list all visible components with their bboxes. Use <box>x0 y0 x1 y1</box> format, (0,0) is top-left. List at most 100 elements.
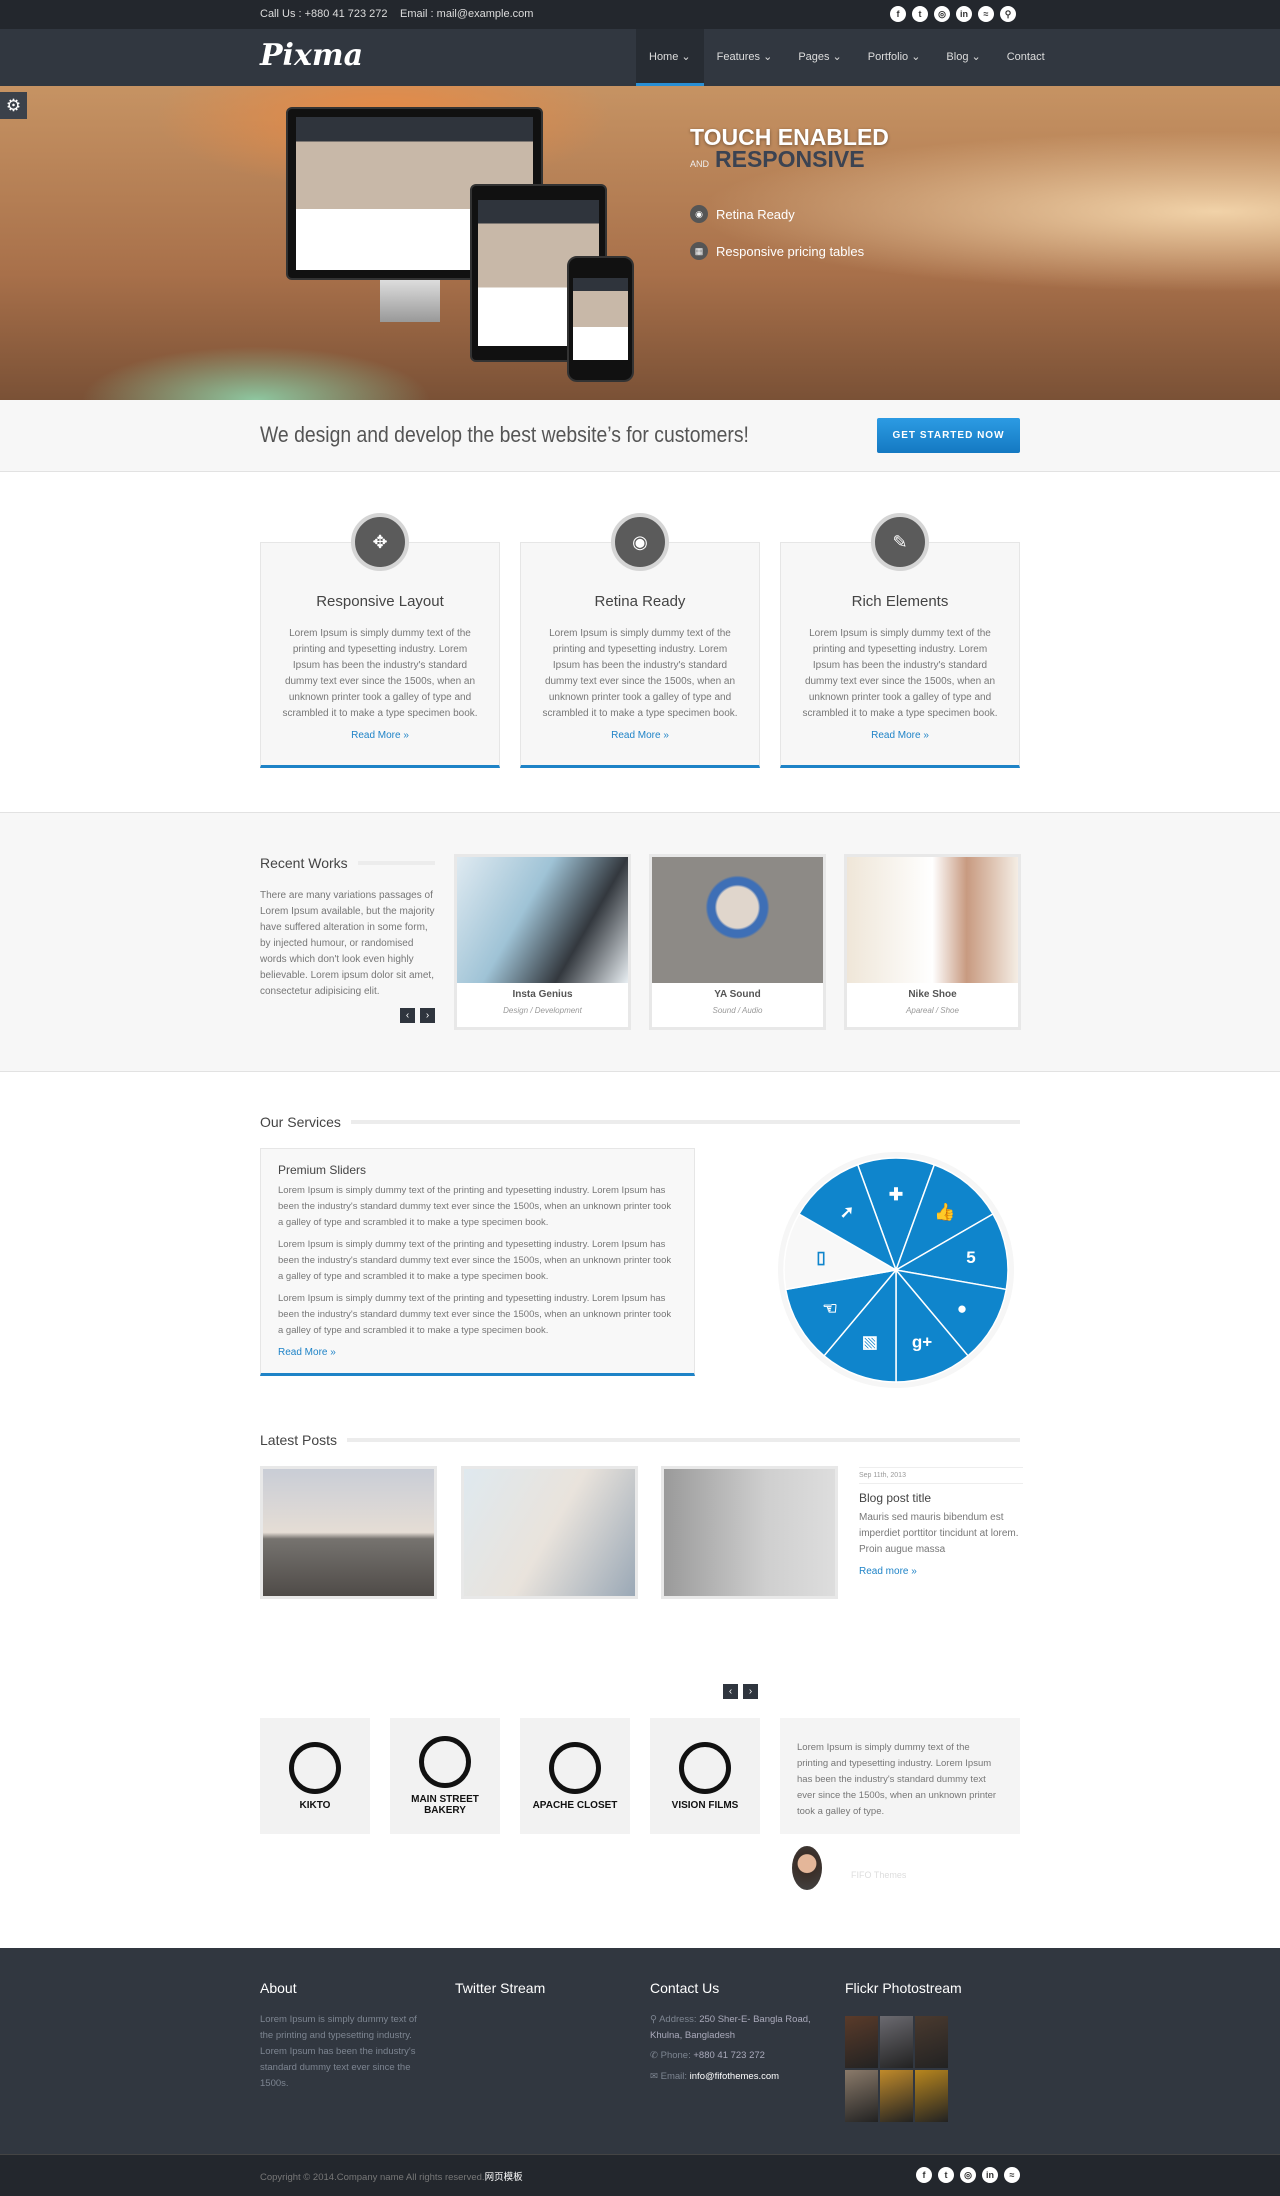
services-wheel: ✚ 👍 5 ● g+ ▧ ☜ ▯ ➚ <box>778 1152 1014 1388</box>
flickr-photo[interactable] <box>915 2070 948 2122</box>
nav-item-home[interactable]: Home ⌄ <box>636 29 704 86</box>
nav-item-contact[interactable]: Contact <box>994 29 1058 86</box>
monitor-stand <box>380 280 440 322</box>
phone-icon: ✆ <box>650 2050 661 2061</box>
work-item[interactable]: Insta Genius Design / Development <box>454 854 631 1030</box>
flickr-photo[interactable] <box>915 2016 948 2068</box>
testimonial-author: FIFO Themes <box>851 1870 907 1880</box>
post-thumbnail[interactable] <box>260 1466 437 1599</box>
feature-title: Retina Ready <box>594 593 686 610</box>
cta-text: We design and develop the best website’s… <box>260 422 749 447</box>
read-more-link[interactable]: Read More » <box>261 730 499 741</box>
testimonial-box: Lorem Ipsum is simply dummy text of the … <box>780 1718 1020 1834</box>
footer-about-text: Lorem Ipsum is simply dummy text of the … <box>260 2014 417 2089</box>
flickr-photo[interactable] <box>845 2070 878 2122</box>
work-item[interactable]: Nike Shoe Apareal / Shoe <box>844 854 1021 1030</box>
puzzle-icon: ✚ <box>889 1185 903 1204</box>
copyright-text: Copyright © 2014.Company name All rights… <box>260 2172 485 2183</box>
expand-icon: ✥ <box>351 513 409 571</box>
feature-card: ◉ Retina Ready Lorem Ipsum is simply dummy… <box>520 513 760 768</box>
eye-icon: ◉ <box>611 513 669 571</box>
gear-icon[interactable]: ⚙ <box>0 92 27 119</box>
phone-label: Phone: <box>660 2050 691 2061</box>
html5-icon: 5 <box>966 1248 975 1267</box>
post-thumbnail[interactable] <box>661 1466 838 1599</box>
footer: About Lorem Ipsum is simply dummy text o… <box>0 1948 1280 2154</box>
client-logo[interactable]: MAIN STREET BAKERY <box>390 1718 500 1834</box>
logo[interactable]: Pixma <box>260 38 363 73</box>
work-name: YA Sound <box>714 989 761 1000</box>
social-links: f t ◎ in ≈ ⚲ <box>890 6 1016 22</box>
table-icon: ▦ <box>690 242 708 260</box>
read-more-link[interactable]: Read More » <box>521 730 759 741</box>
works-description: There are many variations passages of Lo… <box>260 890 435 997</box>
copyright-link[interactable]: 网页模板 <box>485 2172 523 2183</box>
work-item[interactable]: YA Sound Sound / Audio <box>649 854 826 1030</box>
footer-contact-title: Contact Us <box>650 1980 720 1996</box>
read-more-link[interactable]: Read more » <box>859 1566 917 1577</box>
flickr-photo[interactable] <box>880 2070 913 2122</box>
twitter-icon[interactable]: t <box>938 2167 954 2183</box>
shapes-icon: ● <box>957 1299 967 1318</box>
read-more-link[interactable]: Read More » <box>781 730 1019 741</box>
client-logo-mark <box>679 1741 731 1794</box>
work-image <box>652 857 823 983</box>
flickr-photo[interactable] <box>880 2016 913 2068</box>
next-arrow-button[interactable]: › <box>420 1008 435 1023</box>
prev-arrow-button[interactable]: ‹ <box>400 1008 415 1023</box>
email-link[interactable]: info@fifothemes.com <box>690 2071 779 2082</box>
footer-about-title: About <box>260 1980 297 1996</box>
dribbble-icon[interactable]: ◎ <box>934 6 950 22</box>
nav-item-pages[interactable]: Pages ⌄ <box>785 29 854 86</box>
linkedin-icon[interactable]: in <box>982 2167 998 2183</box>
client-name: VISION FILMS <box>671 1799 739 1811</box>
nav-item-portfolio[interactable]: Portfolio ⌄ <box>855 29 934 86</box>
posts-title: Latest Posts <box>260 1432 338 1448</box>
next-arrow-button[interactable]: › <box>743 1684 758 1699</box>
hero-feature-label: Responsive pricing tables <box>716 243 865 259</box>
bottom-bar: Copyright © 2014.Company name All rights… <box>0 2154 1280 2196</box>
nav-item-features[interactable]: Features ⌄ <box>704 29 786 86</box>
section-title: Our Services <box>260 1114 1020 1130</box>
hero-and: AND <box>690 159 710 169</box>
client-logo-mark <box>549 1741 601 1794</box>
rss-icon[interactable]: ≈ <box>1004 2167 1020 2183</box>
client-logo[interactable]: KIKTO <box>260 1718 370 1834</box>
phone-mockup <box>567 256 634 382</box>
post-date: Sep 11th, 2013 <box>859 1467 1023 1484</box>
twitter-icon[interactable]: t <box>912 6 928 22</box>
post-thumbnail[interactable] <box>461 1466 638 1599</box>
email-text: Email : mail@example.com <box>400 8 534 20</box>
linkedin-icon[interactable]: in <box>956 6 972 22</box>
services-title: Our Services <box>260 1114 341 1130</box>
post-title[interactable]: Blog post title <box>859 1491 931 1505</box>
client-name: APACHE CLOSET <box>532 1799 618 1811</box>
cta-strip: We design and develop the best website’s… <box>0 400 1280 472</box>
client-logo[interactable]: APACHE CLOSET <box>520 1718 630 1834</box>
prev-arrow-button[interactable]: ‹ <box>723 1684 738 1699</box>
client-logo[interactable]: VISION FILMS <box>650 1718 760 1834</box>
work-category: Design / Development <box>503 1006 582 1015</box>
facebook-icon[interactable]: f <box>916 2167 932 2183</box>
hero-title-2: RESPONSIVE <box>715 146 865 172</box>
work-name: Insta Genius <box>512 989 573 1000</box>
rss-icon[interactable]: ≈ <box>978 6 994 22</box>
footer-flickr-title: Flickr Photostream <box>845 1980 962 1996</box>
main-menu: Home ⌄ Features ⌄ Pages ⌄ Portfolio ⌄ Blog ⌄… <box>636 29 1058 86</box>
map-marker-icon: ⚲ <box>650 2014 660 2025</box>
service-paragraph: Lorem Ipsum is simply dummy text of the … <box>278 1239 672 1282</box>
work-category: Sound / Audio <box>712 1006 763 1015</box>
flickr-photo[interactable] <box>845 2016 878 2068</box>
nav-item-blog[interactable]: Blog ⌄ <box>933 29 993 86</box>
hero-slider <box>0 86 1280 400</box>
edit-icon: ✎ <box>871 513 929 571</box>
google-plus-icon: g+ <box>912 1333 932 1352</box>
read-more-link[interactable]: Read More » <box>278 1347 677 1358</box>
facebook-icon[interactable]: f <box>890 6 906 22</box>
hero-feature: ▦ Responsive pricing tables <box>690 242 864 260</box>
search-icon[interactable]: ⚲ <box>1000 6 1016 22</box>
service-title: Premium Sliders <box>278 1163 367 1177</box>
feature-title: Responsive Layout <box>316 593 444 610</box>
get-started-button[interactable]: GET STARTED NOW <box>877 418 1020 453</box>
dribbble-icon[interactable]: ◎ <box>960 2167 976 2183</box>
